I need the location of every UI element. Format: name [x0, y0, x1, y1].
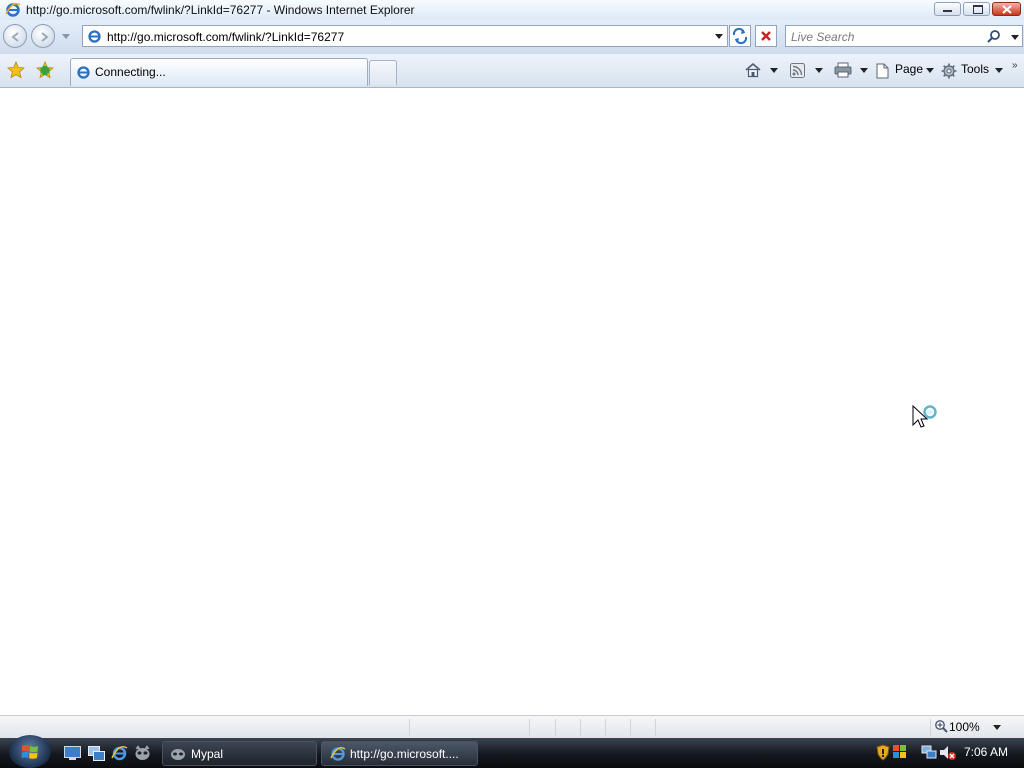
page-icon: [876, 63, 889, 79]
minimize-button[interactable]: [934, 2, 961, 16]
restore-icon: [973, 5, 983, 14]
gear-icon: [941, 63, 957, 79]
tools-menu[interactable]: Tools: [940, 61, 1006, 81]
taskbar-button-label: http://go.microsoft....: [350, 747, 459, 761]
taskbar-button-label: Mypal: [191, 747, 224, 761]
volume-muted-icon[interactable]: [939, 744, 957, 761]
close-icon: [1002, 5, 1012, 14]
title-bar[interactable]: http://go.microsoft.com/fwlink/?LinkId=7…: [0, 0, 1024, 20]
address-bar[interactable]: http://go.microsoft.com/fwlink/?LinkId=7…: [82, 25, 728, 47]
window-title: http://go.microsoft.com/fwlink/?LinkId=7…: [26, 3, 415, 17]
restore-button[interactable]: [963, 2, 990, 16]
stop-icon: [761, 31, 771, 41]
chevron-down-icon: [62, 34, 70, 39]
show-desktop-icon[interactable]: [64, 746, 81, 761]
refresh-button[interactable]: [729, 25, 751, 47]
home-dropdown[interactable]: [770, 68, 778, 73]
status-divider: [605, 719, 606, 736]
zoom-level: 100%: [949, 720, 980, 734]
feeds-dropdown[interactable]: [815, 68, 823, 73]
chevron-down-icon: [993, 725, 1001, 730]
minimize-icon: [943, 10, 952, 12]
refresh-icon: [732, 27, 748, 45]
status-divider: [630, 719, 631, 736]
taskbar-button-mypal[interactable]: Mypal: [162, 741, 317, 766]
tab-connecting[interactable]: Connecting...: [70, 58, 368, 86]
page-menu[interactable]: Page: [874, 61, 936, 81]
search-input[interactable]: Live Search: [791, 30, 854, 44]
add-favorites-icon[interactable]: [36, 61, 56, 79]
clock[interactable]: 7:06 AM: [964, 745, 1008, 759]
taskbar-button-ie[interactable]: http://go.microsoft....: [321, 741, 478, 766]
chevron-down-icon: [860, 68, 868, 73]
recent-pages-dropdown[interactable]: [62, 34, 70, 39]
ie-logo-icon: [5, 2, 21, 17]
chevron-down-icon: [995, 68, 1003, 73]
page-content[interactable]: [0, 88, 1024, 715]
print-icon[interactable]: [834, 62, 852, 78]
feeds-icon[interactable]: [790, 63, 805, 78]
back-arrow-icon: [11, 32, 19, 42]
back-button[interactable]: [3, 24, 27, 48]
status-divider: [529, 719, 530, 736]
start-button[interactable]: [9, 735, 51, 768]
quick-launch-ie-icon[interactable]: [111, 745, 128, 762]
chevron-down-icon: [715, 34, 723, 39]
forward-arrow-icon: [41, 32, 49, 42]
taskbar: [0, 738, 1024, 768]
tab-label: Connecting...: [95, 65, 166, 79]
address-input[interactable]: http://go.microsoft.com/fwlink/?LinkId=7…: [107, 30, 344, 44]
quick-launch-mypal-icon[interactable]: [134, 745, 151, 761]
more-commands-chevron-icon[interactable]: »: [1012, 60, 1018, 71]
chevron-down-icon: [926, 68, 934, 73]
windows-logo-icon: [21, 745, 38, 759]
address-dropdown[interactable]: [715, 34, 723, 39]
chevron-down-icon: [1011, 35, 1019, 40]
busy-cursor-icon: [912, 405, 937, 428]
status-divider: [409, 719, 410, 736]
page-menu-label: Page: [895, 62, 924, 76]
page-ie-icon: [88, 30, 101, 43]
home-icon[interactable]: [744, 62, 762, 78]
forward-button[interactable]: [31, 24, 55, 48]
status-divider: [555, 719, 556, 736]
ie-icon: [330, 746, 346, 761]
favorites-center-icon[interactable]: [7, 61, 25, 79]
mypal-icon: [171, 749, 185, 760]
chevron-down-icon: [770, 68, 778, 73]
zoom-control[interactable]: 100%: [934, 718, 1010, 736]
switch-windows-icon[interactable]: [88, 746, 105, 761]
zoom-icon: [935, 720, 948, 733]
status-divider: [655, 719, 656, 736]
search-icon[interactable]: [987, 29, 1001, 43]
security-shield-icon[interactable]: [876, 744, 890, 761]
print-dropdown[interactable]: [860, 68, 868, 73]
search-box[interactable]: Live Search: [785, 25, 1023, 47]
status-bar: [0, 715, 1024, 738]
tab-ie-icon: [77, 66, 90, 79]
stop-button[interactable]: [755, 25, 777, 47]
new-tab-button[interactable]: [369, 60, 397, 85]
windows-update-icon[interactable]: [892, 744, 908, 760]
search-options-dropdown[interactable]: [1011, 35, 1019, 40]
tools-menu-label: Tools: [961, 62, 990, 76]
close-button[interactable]: [992, 2, 1021, 16]
chevron-down-icon: [815, 68, 823, 73]
network-icon[interactable]: [921, 745, 937, 760]
status-divider: [930, 719, 931, 736]
status-divider: [580, 719, 581, 736]
